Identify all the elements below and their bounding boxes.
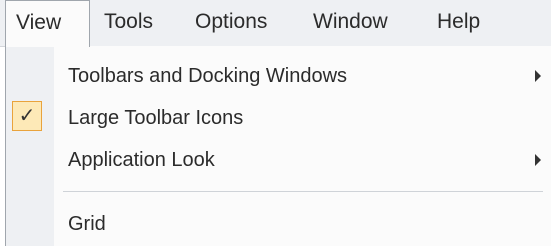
menu-window[interactable]: Window: [313, 0, 388, 46]
chevron-right-icon: [535, 70, 541, 82]
menu-item-label: Application Look: [68, 149, 215, 171]
chevron-right-icon: [535, 154, 541, 166]
menu-separator: [63, 191, 543, 192]
checkmark-icon: ✓: [12, 101, 42, 131]
menu-item-toolbars-docking-windows[interactable]: Toolbars and Docking Windows: [6, 55, 551, 97]
menu-bar: View Tools Options Window Help: [0, 0, 551, 47]
menu-item-grid[interactable]: Grid: [6, 203, 551, 245]
view-dropdown-menu: Toolbars and Docking Windows ✓ Large Too…: [5, 46, 551, 246]
menu-item-label: Large Toolbar Icons: [68, 107, 244, 129]
menu-item-application-look[interactable]: Application Look: [6, 139, 551, 181]
menu-item-large-toolbar-icons[interactable]: ✓ Large Toolbar Icons: [6, 97, 551, 139]
menu-item-label: Grid: [68, 213, 106, 235]
app-frame: View Tools Options Window Help Toolbars …: [0, 0, 551, 246]
menu-view[interactable]: View: [5, 0, 90, 47]
menu-help[interactable]: Help: [437, 0, 480, 46]
menu-tools[interactable]: Tools: [104, 0, 153, 46]
menu-options[interactable]: Options: [195, 0, 267, 46]
menu-item-label: Toolbars and Docking Windows: [68, 65, 348, 87]
